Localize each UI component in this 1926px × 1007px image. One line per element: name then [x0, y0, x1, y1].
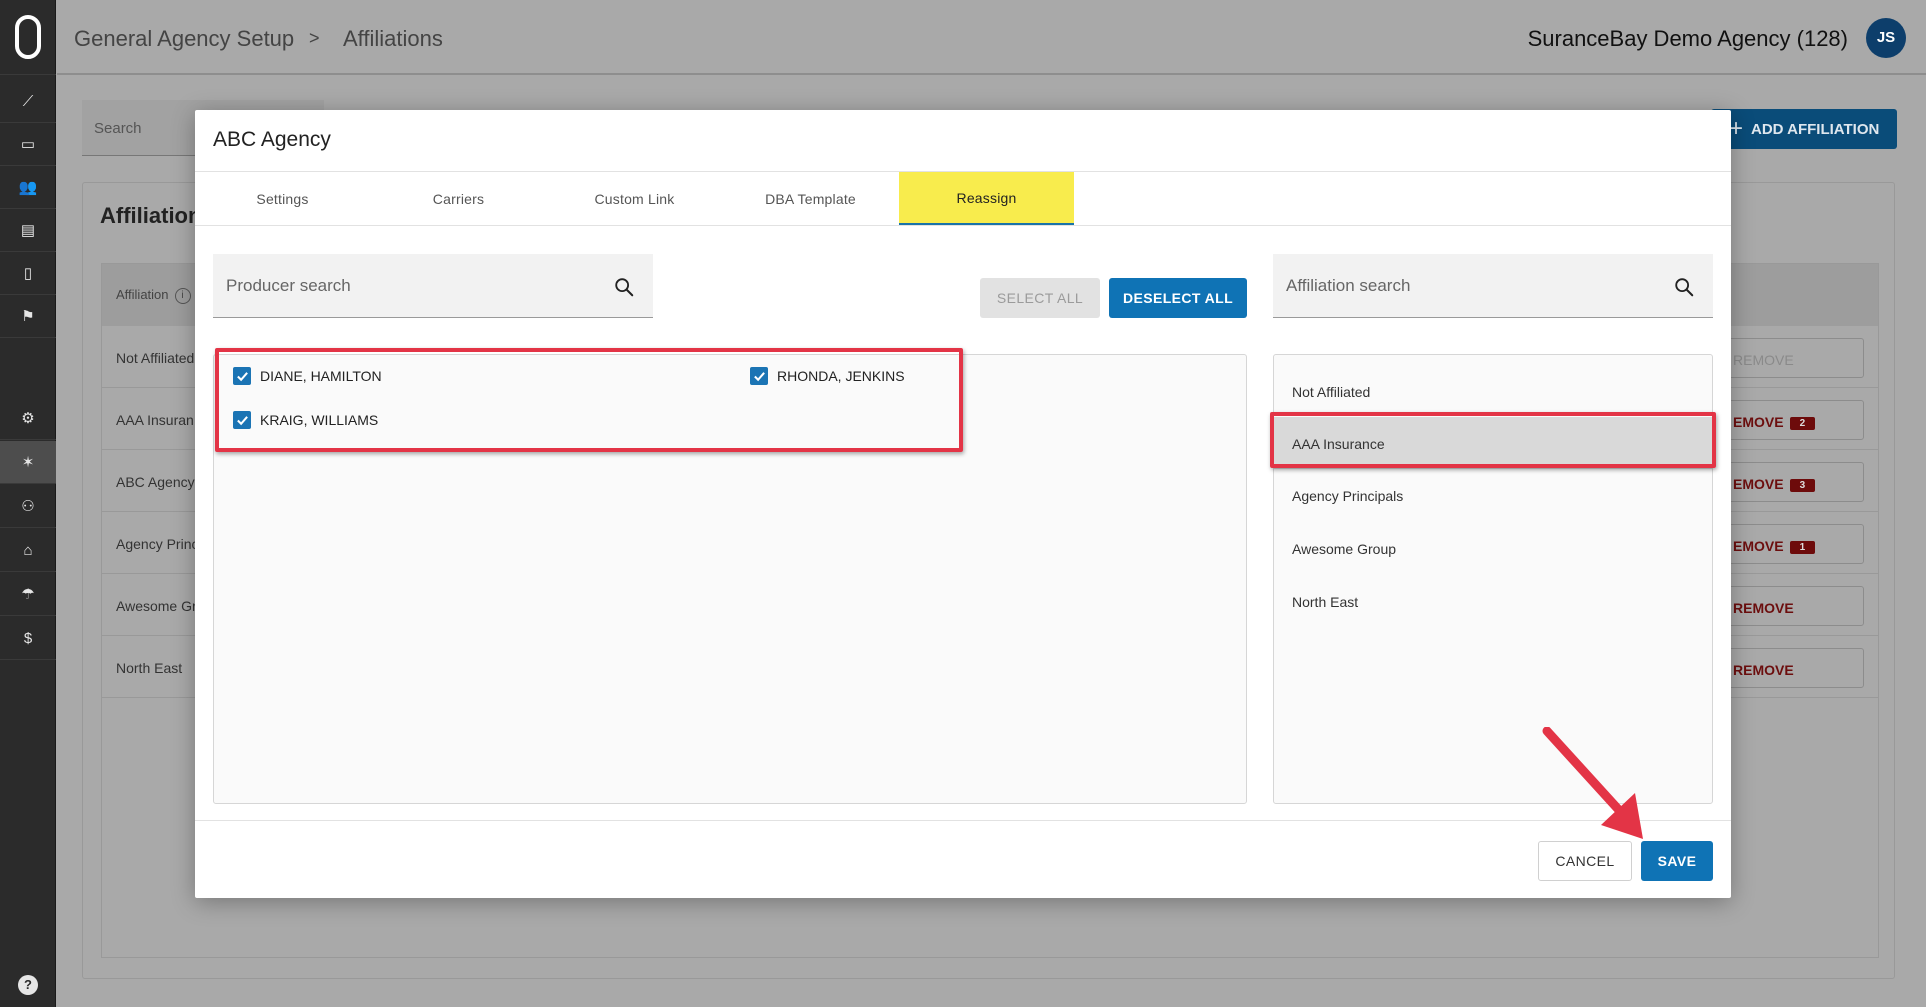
checkmark-icon — [236, 371, 248, 381]
search-icon[interactable] — [1673, 276, 1695, 298]
agency-name: SuranceBay Demo Agency (128) — [1527, 26, 1848, 51]
settings-icon[interactable]: ⚙ — [0, 397, 56, 440]
deselect-all-button[interactable]: DESELECT ALL — [1109, 278, 1247, 318]
add-affiliation-button[interactable]: + ADD AFFILIATION — [1711, 109, 1897, 149]
affiliation-icon[interactable]: ✶ — [0, 441, 56, 484]
column-header-affiliation: Affiliation i — [116, 287, 191, 304]
list-item[interactable]: Agency Principals — [1274, 469, 1712, 521]
sidebar: ⟋ ▭ 👥 ▤ ▯ ⚑ ⚙ ✶ ⚇ ⌂ ☂ $ ? — [0, 0, 56, 1007]
producer-list: DIANE, HAMILTON RHONDA, JENKINS KRAIG, W… — [213, 354, 1247, 804]
producer-item[interactable]: RHONDA, JENKINS — [750, 367, 905, 385]
producer-search-input[interactable] — [213, 254, 653, 317]
remove-label: EMOVE — [1733, 414, 1784, 430]
card-title: Affiliation — [100, 203, 202, 228]
remove-label: REMOVE — [1733, 662, 1794, 678]
producer-search — [213, 254, 653, 318]
breadcrumb-affiliations: Affiliations — [343, 26, 443, 51]
plus-icon: + — [1729, 115, 1744, 142]
producer-item[interactable]: DIANE, HAMILTON — [233, 367, 382, 385]
umbrella-icon[interactable]: ☂ — [0, 573, 56, 616]
analytics-icon[interactable]: ⟋ — [0, 80, 56, 123]
flag-icon[interactable]: ⚑ — [0, 295, 56, 338]
checkmark-icon — [236, 415, 248, 425]
column-header-label: Affiliation — [116, 287, 169, 302]
remove-button[interactable]: EMOVE 2 — [1726, 400, 1864, 440]
tab-carriers[interactable]: Carriers — [371, 172, 546, 225]
affiliation-search-input[interactable] — [1273, 254, 1713, 317]
help-icon[interactable]: ? — [18, 975, 38, 995]
avatar[interactable]: JS — [1866, 18, 1906, 58]
tab-custom-link[interactable]: Custom Link — [547, 172, 722, 225]
store-icon[interactable]: ▤ — [0, 209, 56, 252]
row-name: AAA Insuran — [116, 412, 194, 428]
checkmark-icon — [753, 371, 765, 381]
user-settings-icon[interactable]: ⚇ — [0, 485, 56, 528]
checkbox-checked[interactable] — [233, 411, 251, 429]
remove-label: EMOVE — [1733, 476, 1784, 492]
dollar-icon[interactable]: $ — [0, 617, 56, 660]
select-all-button[interactable]: SELECT ALL — [980, 278, 1100, 318]
top-bar: General Agency Setup > Affiliations Sura… — [57, 0, 1926, 75]
count-badge: 3 — [1789, 478, 1816, 492]
info-icon[interactable]: i — [174, 287, 191, 304]
remove-button[interactable]: EMOVE 3 — [1726, 462, 1864, 502]
checkbox-checked[interactable] — [233, 367, 251, 385]
producer-name: DIANE, HAMILTON — [260, 368, 382, 384]
remove-button[interactable]: REMOVE — [1726, 586, 1864, 626]
save-button[interactable]: SAVE — [1641, 841, 1713, 881]
tab-settings[interactable]: Settings — [195, 172, 370, 225]
people-icon[interactable]: 👥 — [0, 166, 56, 209]
tab-dba-template[interactable]: DBA Template — [723, 172, 898, 225]
bank-icon[interactable]: ⌂ — [0, 529, 56, 572]
list-item[interactable]: Awesome Group — [1274, 522, 1712, 574]
remove-button[interactable]: REMOVE — [1726, 648, 1864, 688]
remove-label: EMOVE — [1733, 538, 1784, 554]
remove-label: REMOVE — [1733, 352, 1794, 368]
search-icon[interactable] — [613, 276, 635, 298]
row-name: North East — [116, 660, 183, 676]
affiliation-list: Not Affiliated AAA Insurance Agency Prin… — [1273, 354, 1713, 804]
tab-reassign[interactable]: Reassign — [899, 172, 1074, 225]
surancebay-logo — [15, 15, 41, 59]
remove-label: REMOVE — [1733, 600, 1794, 616]
modal-title: ABC Agency — [213, 128, 331, 151]
divider — [195, 820, 1731, 821]
document-icon[interactable]: ▯ — [0, 252, 56, 295]
producer-item[interactable]: KRAIG, WILLIAMS — [233, 411, 378, 429]
add-affiliation-label: ADD AFFILIATION — [1751, 120, 1880, 138]
count-badge: 1 — [1789, 540, 1816, 554]
cancel-button[interactable]: CANCEL — [1538, 841, 1632, 881]
row-name: ABC Agency — [116, 474, 195, 490]
list-item-selected[interactable]: AAA Insurance — [1274, 417, 1712, 469]
modal-tabs: Settings Carriers Custom Link DBA Templa… — [195, 172, 1731, 226]
list-item[interactable]: North East — [1274, 575, 1712, 627]
remove-button[interactable]: EMOVE 1 — [1726, 524, 1864, 564]
row-name: Not Affiliated — [116, 350, 195, 366]
breadcrumb-separator-icon: > — [309, 28, 320, 48]
reassign-modal: ABC Agency Settings Carriers Custom Link… — [195, 110, 1731, 898]
row-name: Agency Princ — [116, 536, 199, 552]
breadcrumb-general-agency-setup[interactable]: General Agency Setup — [74, 26, 294, 52]
producer-name: KRAIG, WILLIAMS — [260, 412, 379, 428]
remove-button[interactable]: REMOVE — [1726, 338, 1864, 378]
monitor-icon[interactable]: ▭ — [0, 123, 56, 166]
checkbox-checked[interactable] — [750, 367, 768, 385]
app-logo[interactable] — [0, 0, 56, 75]
list-item[interactable]: Not Affiliated — [1274, 365, 1712, 417]
affiliation-search — [1273, 254, 1713, 318]
count-badge: 2 — [1789, 416, 1816, 430]
producer-name: RHONDA, JENKINS — [777, 368, 905, 384]
row-name: Awesome Gr — [116, 598, 197, 614]
